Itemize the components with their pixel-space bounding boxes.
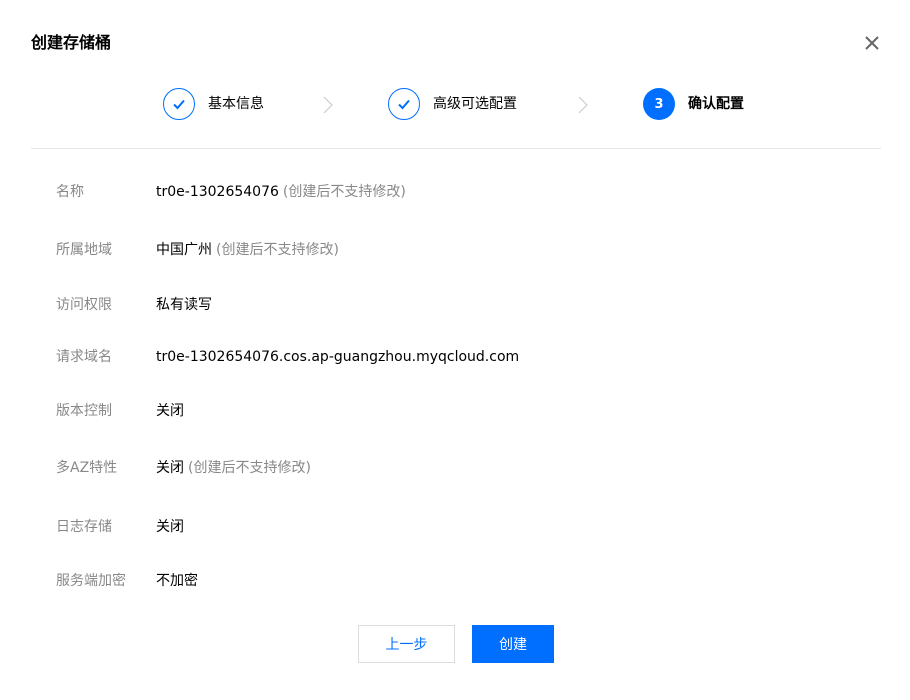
name-note: (创建后不支持修改)	[282, 184, 406, 200]
region-value-wrap: 中国广州 (创建后不支持修改)	[156, 240, 339, 260]
access-value: 私有读写	[156, 297, 212, 313]
step-3-label: 确认配置	[688, 96, 744, 112]
multi-az-note: (创建后不支持修改)	[188, 460, 311, 476]
logging-label: 日志存储	[56, 519, 112, 535]
detail-row-domain: 请求域名 tr0e-1302654076.cos.ap-guangzhou.my…	[0, 347, 910, 367]
create-button[interactable]: 创建	[472, 625, 554, 663]
step-1-label: 基本信息	[208, 96, 264, 112]
detail-row-name: 名称 tr0e-1302654076 (创建后不支持修改)	[0, 182, 910, 202]
multi-az-label: 多AZ特性	[56, 460, 118, 476]
step-2-status	[388, 88, 420, 120]
multi-az-value: 关闭	[156, 460, 184, 476]
encryption-label: 服务端加密	[56, 573, 126, 589]
check-icon	[173, 99, 185, 110]
name-value-wrap: tr0e-1302654076 (创建后不支持修改)	[156, 182, 406, 202]
chevron-right-icon	[578, 96, 588, 114]
versioning-value: 关闭	[156, 403, 184, 419]
step-2-label: 高级可选配置	[433, 96, 517, 112]
domain-label: 请求域名	[56, 349, 112, 365]
detail-row-logging: 日志存储 关闭	[0, 517, 910, 537]
close-icon	[865, 36, 879, 50]
create-bucket-dialog: 创建存储桶 基本信息 高级可选配置 3 确认配置 名称 tr0e-1302654…	[0, 0, 910, 700]
detail-row-multi-az: 多AZ特性 关闭 (创建后不支持修改)	[0, 458, 910, 478]
detail-row-region: 所属地域 中国广州 (创建后不支持修改)	[0, 240, 910, 260]
divider	[31, 148, 881, 149]
name-value: tr0e-1302654076	[156, 184, 279, 200]
close-button[interactable]	[862, 33, 882, 53]
name-label: 名称	[56, 184, 84, 200]
detail-row-versioning: 版本控制 关闭	[0, 401, 910, 421]
region-note: (创建后不支持修改)	[216, 242, 339, 258]
dialog-title: 创建存储桶	[31, 33, 112, 52]
multi-az-value-wrap: 关闭 (创建后不支持修改)	[156, 458, 311, 478]
logging-value: 关闭	[156, 519, 184, 535]
prev-step-button[interactable]: 上一步	[358, 625, 455, 663]
access-label: 访问权限	[56, 297, 112, 313]
detail-row-access: 访问权限 私有读写	[0, 295, 910, 315]
step-indicator: 基本信息 高级可选配置 3 确认配置	[0, 86, 910, 124]
region-value: 中国广州	[156, 242, 212, 258]
step-3-number: 3	[643, 88, 675, 120]
versioning-label: 版本控制	[56, 403, 112, 419]
chevron-right-icon	[323, 96, 333, 114]
domain-value: tr0e-1302654076.cos.ap-guangzhou.myqclou…	[156, 349, 520, 365]
detail-row-encryption: 服务端加密 不加密	[0, 571, 910, 591]
step-1-status	[163, 88, 195, 120]
encryption-value: 不加密	[156, 573, 198, 589]
region-label: 所属地域	[56, 242, 112, 258]
check-icon	[398, 99, 410, 110]
